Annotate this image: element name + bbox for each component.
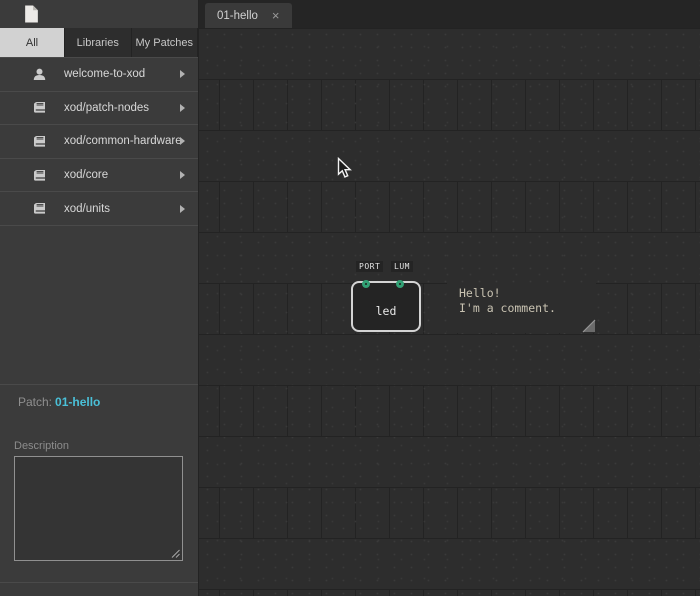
patch-name-link[interactable]: 01-hello (55, 395, 100, 409)
user-icon (32, 67, 47, 82)
chevron-right-icon[interactable] (180, 104, 185, 112)
sidebar-divider (0, 582, 198, 583)
new-file-icon[interactable] (24, 5, 39, 23)
tab-my-patches[interactable]: My Patches (132, 28, 199, 57)
chevron-right-icon[interactable] (180, 205, 185, 213)
list-item-label: xod/patch-nodes (64, 102, 149, 114)
list-item-welcome-to-xod[interactable]: welcome-to-xod (0, 57, 198, 91)
book-icon (32, 134, 47, 149)
sidebar-header (0, 0, 198, 28)
chevron-right-icon[interactable] (180, 137, 185, 145)
list-item-xod-common-hardware[interactable]: xod/common-hardware (0, 124, 198, 158)
patch-tab-title: 01-hello (217, 10, 258, 22)
node-led[interactable]: led (351, 281, 421, 332)
book-icon (32, 201, 47, 216)
description-field-wrap (14, 456, 183, 561)
browser-filter-tabs: All Libraries My Patches (0, 28, 198, 57)
comment-resize-handle[interactable] (582, 319, 596, 333)
chevron-right-icon[interactable] (180, 70, 185, 78)
patch-info: Patch:01-hello (18, 395, 100, 409)
list-item-label: welcome-to-xod (64, 68, 145, 80)
tab-all[interactable]: All (0, 28, 65, 57)
list-item-xod-patch-nodes[interactable]: xod/patch-nodes (0, 91, 198, 125)
editor-tabbar: 01-hello × (199, 0, 700, 28)
pin-label-port: PORT (356, 261, 383, 272)
editor-area: 01-hello × PORT LUM led Hello!I'm a comm… (199, 0, 700, 596)
mouse-cursor-icon (337, 157, 353, 180)
list-item-xod-core[interactable]: xod/core (0, 158, 198, 192)
project-browser-sidebar: All Libraries My Patches welcome-to-xod (0, 0, 199, 596)
patch-tab-01-hello[interactable]: 01-hello × (205, 3, 292, 28)
book-icon (32, 100, 47, 115)
chevron-right-icon[interactable] (180, 171, 185, 179)
tab-libraries[interactable]: Libraries (65, 28, 132, 57)
comment-text: Hello!I'm a comment. (447, 283, 596, 316)
patch-label: Patch: (18, 395, 52, 409)
list-item-label: xod/core (64, 169, 108, 181)
pin-label-lum: LUM (391, 261, 413, 272)
pin-lum[interactable] (396, 280, 404, 288)
pin-port[interactable] (362, 280, 370, 288)
xod-ide-window: All Libraries My Patches welcome-to-xod (0, 0, 700, 596)
list-item-xod-units[interactable]: xod/units (0, 191, 198, 225)
node-label: led (376, 304, 397, 318)
browser-list: welcome-to-xod xod/patch-nodes (0, 57, 198, 226)
close-tab-icon[interactable]: × (272, 9, 280, 22)
list-item-label: xod/units (64, 203, 110, 215)
comment-box[interactable]: Hello!I'm a comment. (447, 283, 596, 333)
description-label: Description (14, 440, 69, 452)
description-input[interactable] (14, 456, 183, 561)
patch-canvas[interactable]: PORT LUM led Hello!I'm a comment. (199, 28, 700, 596)
list-item-label: xod/common-hardware (64, 135, 182, 147)
sidebar-divider (0, 384, 198, 385)
book-icon (32, 168, 47, 183)
